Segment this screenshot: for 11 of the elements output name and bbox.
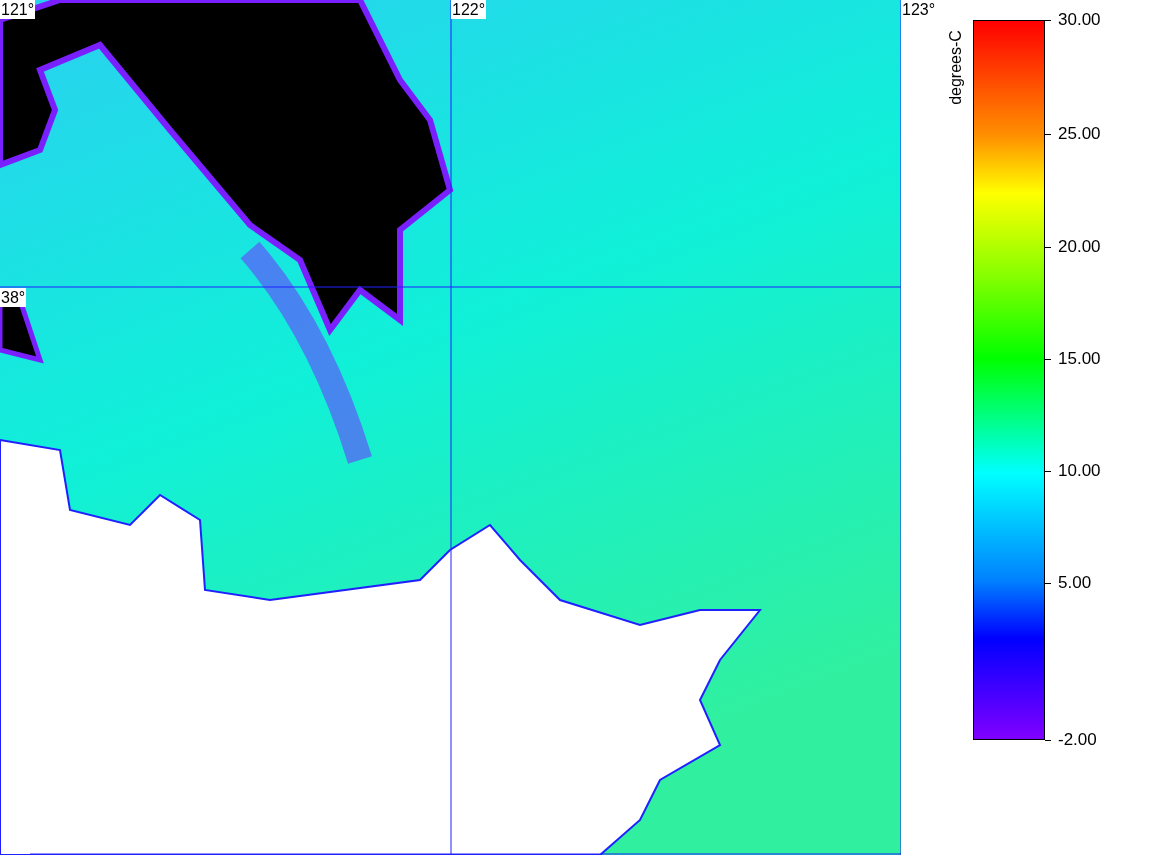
longitude-label: 122° bbox=[451, 0, 487, 19]
longitude-label: 121° bbox=[0, 0, 36, 19]
colorbar-tick-label: 30.00 bbox=[1058, 10, 1101, 30]
colorbar-tick-label: 25.00 bbox=[1058, 124, 1101, 144]
colorbar-tick-label: 15.00 bbox=[1058, 349, 1101, 369]
latitude-label: 38° bbox=[0, 288, 27, 307]
colorbar-tick-label: 5.00 bbox=[1058, 573, 1092, 593]
colorbar-tick-label: 20.00 bbox=[1058, 237, 1101, 257]
colorbar-tick-label: -2.00 bbox=[1058, 730, 1097, 750]
colorbar-tick-label: 10.00 bbox=[1058, 461, 1101, 481]
colorbar-unit-label: degrees-C bbox=[945, 30, 965, 105]
